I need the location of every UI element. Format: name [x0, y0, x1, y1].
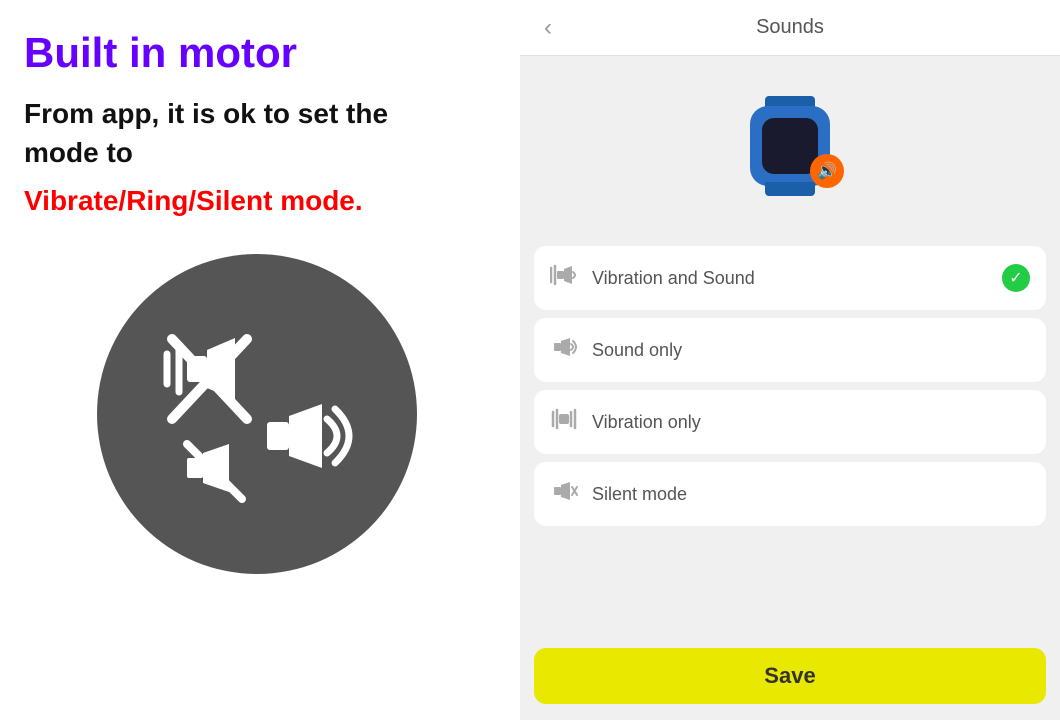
sound-badge: 🔊	[810, 154, 844, 188]
vibration-sound-icon	[550, 264, 578, 292]
highlight-text: Vibrate/Ring/Silent mode.	[24, 185, 363, 216]
main-title: Built in motor	[24, 30, 297, 76]
panel-title: Sounds	[756, 16, 824, 39]
mute-icon	[187, 444, 242, 499]
save-label: Save	[764, 663, 815, 689]
watch-icon: 🔊	[740, 96, 840, 196]
sound-only-icon	[550, 336, 578, 364]
watch-band-bottom	[765, 182, 815, 196]
right-panel: ‹ Sounds 🔊	[520, 0, 1060, 720]
save-button[interactable]: Save	[534, 648, 1046, 704]
vibrate-crossed-icon	[167, 338, 247, 419]
silent-mode-label: Silent mode	[592, 484, 687, 505]
icons-svg	[127, 284, 387, 544]
sound-only-label: Sound only	[592, 340, 682, 361]
vibration-only-icon	[550, 408, 578, 436]
sound-speaker-icon	[267, 404, 349, 468]
desc-line1: From app, it is ok to set the	[24, 98, 388, 129]
selected-checkmark: ✓	[1002, 264, 1030, 292]
option-vibration-only[interactable]: Vibration only	[534, 390, 1046, 454]
left-panel: Built in motor From app, it is ok to set…	[0, 0, 520, 720]
options-list: Vibration and Sound ✓ Sound only	[520, 236, 1060, 644]
option-vibration-and-sound[interactable]: Vibration and Sound ✓	[534, 246, 1046, 310]
option-silent-mode[interactable]: Silent mode	[534, 462, 1046, 526]
vibration-only-label: Vibration only	[592, 412, 701, 433]
watch-preview: 🔊	[520, 56, 1060, 236]
panel-header: ‹ Sounds	[520, 0, 1060, 56]
desc-line2: mode to	[24, 137, 133, 168]
silent-mode-icon	[550, 480, 578, 508]
option-sound-only[interactable]: Sound only	[534, 318, 1046, 382]
description: From app, it is ok to set the mode to	[24, 94, 388, 172]
sound-badge-icon: 🔊	[817, 161, 837, 181]
back-button[interactable]: ‹	[536, 10, 560, 46]
vibration-and-sound-label: Vibration and Sound	[592, 268, 755, 289]
vibrate-ring-icon-circle	[97, 254, 417, 574]
